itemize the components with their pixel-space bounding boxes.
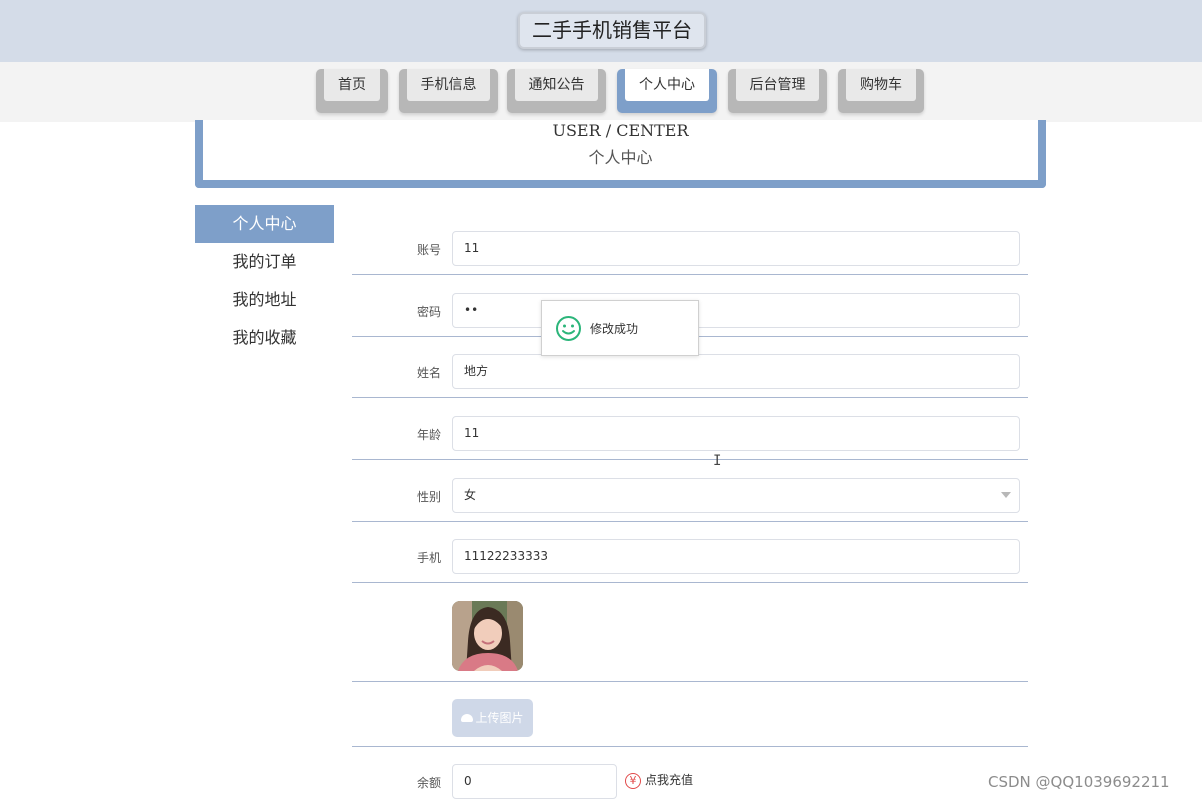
- smile-icon: [556, 316, 581, 341]
- age-field[interactable]: 11: [452, 416, 1020, 451]
- banner-title-cn: 个人中心: [588, 148, 653, 167]
- sidebar-item-address[interactable]: 我的地址: [195, 281, 334, 319]
- watermark: CSDN @QQ1039692211: [988, 773, 1170, 791]
- balance-field[interactable]: 0: [452, 764, 617, 799]
- gender-label: 性别: [416, 490, 441, 504]
- nav-notices-label: 通知公告: [515, 69, 598, 101]
- cloud-upload-icon: [461, 713, 474, 722]
- upload-image-button[interactable]: 上传图片: [452, 699, 533, 737]
- row-divider: [352, 746, 1028, 747]
- main-nav: 首页 手机信息 通知公告 个人中心 后台管理 购物车: [0, 62, 1202, 122]
- nav-cart-label: 购物车: [846, 69, 916, 101]
- nav-cart[interactable]: 购物车: [838, 69, 924, 113]
- row-divider: [352, 397, 1028, 398]
- password-label: 密码: [416, 305, 441, 319]
- phone-label: 手机: [416, 551, 441, 565]
- nav-phone-info[interactable]: 手机信息: [399, 69, 498, 113]
- account-label: 账号: [416, 243, 441, 257]
- recharge-label: 点我充值: [645, 773, 694, 787]
- nav-phone-info-label: 手机信息: [407, 69, 490, 101]
- row-divider: [352, 521, 1028, 522]
- gender-select[interactable]: 女: [452, 478, 1020, 513]
- success-toast: 修改成功: [541, 300, 699, 356]
- nav-notices[interactable]: 通知公告: [507, 69, 606, 113]
- chevron-down-icon[interactable]: [1001, 492, 1011, 498]
- top-header: 二手手机销售平台: [0, 0, 1202, 62]
- text-cursor-icon: I: [713, 453, 722, 469]
- nav-admin-label: 后台管理: [736, 69, 819, 101]
- password-field[interactable]: ••: [452, 293, 1020, 328]
- name-label: 姓名: [416, 366, 441, 380]
- nav-home-label: 首页: [324, 69, 380, 101]
- name-field[interactable]: 地方: [452, 354, 1020, 389]
- sidebar-item-favorites[interactable]: 我的收藏: [195, 319, 334, 357]
- nav-admin[interactable]: 后台管理: [728, 69, 827, 113]
- banner-title-en: USER / CENTER: [552, 121, 689, 140]
- row-divider: [352, 582, 1028, 583]
- nav-home[interactable]: 首页: [316, 69, 388, 113]
- sidebar-item-orders[interactable]: 我的订单: [195, 243, 334, 281]
- avatar-photo: [452, 601, 523, 671]
- sidebar-item-user-center[interactable]: 个人中心: [195, 205, 334, 243]
- upload-button-label: 上传图片: [475, 711, 524, 725]
- row-divider: [352, 681, 1028, 682]
- gender-selected-value: 女: [464, 488, 477, 502]
- nav-user-center-label: 个人中心: [625, 69, 709, 101]
- balance-label: 余额: [416, 776, 441, 790]
- nav-user-center[interactable]: 个人中心: [617, 69, 717, 113]
- toast-message: 修改成功: [590, 322, 639, 336]
- avatar: [452, 601, 523, 671]
- recharge-link[interactable]: ¥ 点我充值: [625, 770, 693, 790]
- account-field[interactable]: 11: [452, 231, 1020, 266]
- row-divider: [352, 274, 1028, 275]
- row-divider: [352, 459, 1028, 460]
- phone-field[interactable]: 11122233333: [452, 539, 1020, 574]
- yen-icon: ¥: [625, 772, 641, 789]
- site-title: 二手手机销售平台: [518, 12, 706, 49]
- page-banner: USER / CENTER 个人中心: [195, 120, 1046, 188]
- age-label: 年龄: [416, 428, 441, 442]
